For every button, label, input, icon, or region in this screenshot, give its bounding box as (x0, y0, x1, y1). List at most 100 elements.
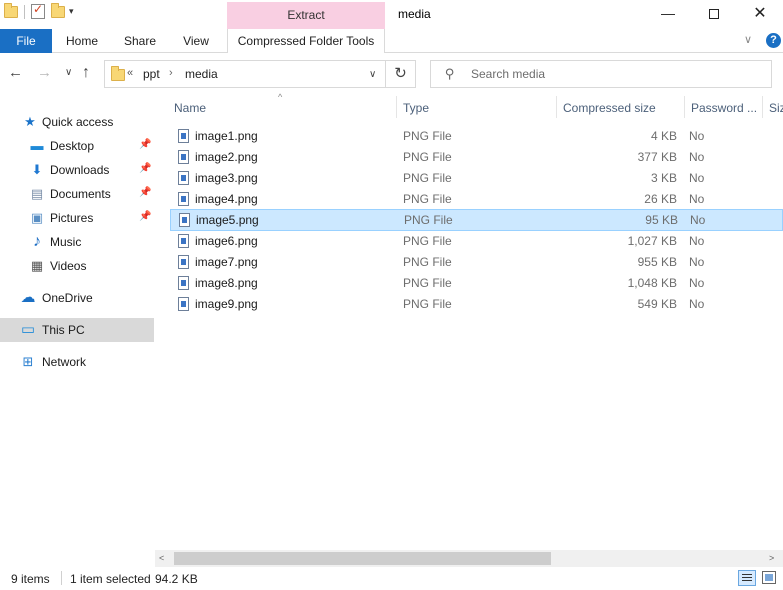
tab-compressed-folder-tools[interactable]: Compressed Folder Tools (227, 29, 385, 53)
column-divider[interactable] (396, 96, 397, 118)
recent-locations-dropdown-icon[interactable]: ∨ (65, 67, 72, 78)
context-tab-group-extract[interactable]: Extract (227, 2, 385, 29)
scroll-right-icon[interactable]: > (769, 553, 774, 563)
pin-icon[interactable]: 📌 (139, 139, 151, 150)
file-name: image2.png (195, 150, 258, 164)
column-header-compressed-size[interactable]: Compressed size (563, 101, 656, 115)
horizontal-scrollbar[interactable]: < > (155, 550, 783, 567)
file-type: PNG File (404, 213, 453, 227)
png-file-icon (178, 234, 189, 248)
file-password: No (689, 255, 705, 269)
sidebar-item-pictures[interactable]: ▣ Pictures 📌 (0, 206, 154, 230)
file-compressed-size: 1,048 KB (627, 276, 677, 290)
scroll-left-icon[interactable]: < (159, 553, 164, 563)
file-compressed-size: 955 KB (637, 255, 677, 269)
file-name: image7.png (195, 255, 258, 269)
close-button[interactable]: ✕ (737, 0, 783, 29)
sidebar-item-this-pc[interactable]: ▭ This PC (0, 318, 154, 342)
search-input[interactable]: ⚲ Search media (430, 60, 772, 88)
breadcrumb-item-media[interactable]: media (185, 67, 218, 81)
maximize-button[interactable] (691, 0, 737, 29)
sidebar-item-desktop[interactable]: ▬ Desktop 📌 (0, 134, 154, 158)
png-file-icon (179, 213, 190, 227)
documents-icon: ▤ (30, 186, 44, 201)
help-icon[interactable]: ? (766, 33, 781, 48)
column-header-row: ^ Name Type Compressed size Password ...… (160, 92, 783, 122)
selection-count: 1 item selected (70, 572, 151, 586)
new-folder-icon[interactable] (51, 2, 65, 18)
forward-button[interactable]: → (37, 64, 52, 81)
tab-view[interactable]: View (172, 29, 220, 53)
pin-icon[interactable]: 📌 (139, 163, 151, 174)
file-type: PNG File (403, 276, 452, 290)
breadcrumb-separator-icon[interactable]: › (169, 67, 173, 79)
table-row[interactable]: image4.png PNG File 26 KB No (170, 189, 783, 210)
png-file-icon (178, 192, 189, 206)
breadcrumb-overflow[interactable]: « (127, 67, 133, 79)
pin-icon[interactable]: 📌 (139, 187, 151, 198)
sidebar-item-label: Network (42, 355, 87, 369)
sidebar-item-downloads[interactable]: ⬇ Downloads 📌 (0, 158, 154, 182)
folder-icon (111, 66, 125, 81)
file-name: image4.png (195, 192, 258, 206)
properties-icon[interactable] (31, 2, 45, 19)
back-button[interactable]: ← (8, 64, 23, 81)
sidebar-item-network[interactable]: ⊞ Network (0, 350, 154, 374)
column-header-password[interactable]: Password ... (691, 101, 757, 115)
title-bar: ▾ Extract media — ✕ (0, 0, 783, 29)
file-password: No (689, 129, 705, 143)
expand-ribbon-icon[interactable]: ∨ (744, 33, 752, 46)
table-row[interactable]: image2.png PNG File 377 KB No (170, 147, 783, 168)
large-icons-view-icon[interactable] (762, 571, 776, 584)
sidebar-item-onedrive[interactable]: ☁ OneDrive (0, 286, 154, 310)
sidebar-item-music[interactable]: ♪ Music (0, 230, 154, 254)
star-icon: ★ (24, 114, 36, 129)
file-name: image3.png (195, 171, 258, 185)
column-divider[interactable] (684, 96, 685, 118)
table-row[interactable]: image6.png PNG File 1,027 KB No (170, 231, 783, 252)
minimize-button[interactable]: — (645, 0, 691, 29)
sidebar-item-label: Music (50, 235, 82, 249)
file-type: PNG File (403, 129, 452, 143)
column-header-name[interactable]: Name (174, 101, 206, 115)
sidebar-item-videos[interactable]: ▦ Videos (0, 254, 154, 278)
sidebar-item-documents[interactable]: ▤ Documents 📌 (0, 182, 154, 206)
status-divider (61, 571, 62, 585)
column-header-type[interactable]: Type (403, 101, 429, 115)
ribbon-tabs: File Home Share View Compressed Folder T… (0, 29, 783, 53)
toolbar-divider (24, 4, 25, 19)
scrollbar-thumb[interactable] (174, 552, 551, 565)
table-row[interactable]: image7.png PNG File 955 KB No (170, 252, 783, 273)
png-file-icon (178, 150, 189, 164)
breadcrumb-item-ppt[interactable]: ppt (143, 67, 160, 81)
tab-file[interactable]: File (0, 29, 52, 53)
file-type: PNG File (403, 255, 452, 269)
refresh-button[interactable]: ↻ (386, 60, 416, 88)
table-row[interactable]: image1.png PNG File 4 KB No (170, 126, 783, 147)
column-divider[interactable] (556, 96, 557, 118)
search-placeholder: Search media (471, 67, 546, 81)
table-row[interactable]: image8.png PNG File 1,048 KB No (170, 273, 783, 294)
address-history-dropdown-icon[interactable]: ∨ (369, 69, 376, 80)
address-bar[interactable]: « ppt › media ∨ (104, 60, 386, 88)
file-password: No (689, 234, 705, 248)
pin-icon[interactable]: 📌 (139, 211, 151, 222)
table-row-selected[interactable]: image5.png PNG File 95 KB No (170, 209, 783, 231)
sidebar-item-quick-access[interactable]: ★ Quick access (0, 110, 154, 134)
file-name: image5.png (196, 213, 259, 227)
details-view-icon[interactable] (738, 570, 756, 586)
tab-share[interactable]: Share (114, 29, 166, 53)
customize-toolbar-dropdown-icon[interactable]: ▾ (69, 6, 74, 17)
table-row[interactable]: image3.png PNG File 3 KB No (170, 168, 783, 189)
file-name: image9.png (195, 297, 258, 311)
computer-icon: ▭ (20, 321, 36, 338)
network-icon: ⊞ (22, 354, 34, 369)
column-divider[interactable] (762, 96, 763, 118)
file-compressed-size: 377 KB (637, 150, 677, 164)
up-button[interactable]: ↑ (82, 64, 90, 82)
downloads-icon: ⬇ (31, 162, 43, 177)
table-row[interactable]: image9.png PNG File 549 KB No (170, 294, 783, 315)
column-header-size[interactable]: Siz (769, 101, 783, 115)
png-file-icon (178, 297, 189, 311)
tab-home[interactable]: Home (56, 29, 108, 53)
